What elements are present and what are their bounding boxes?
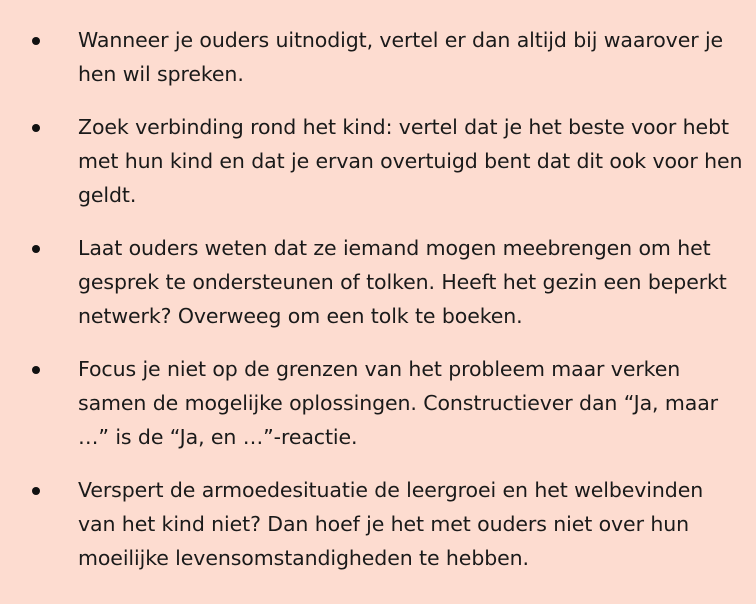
tips-list: Wanneer je ouders uitnodigt, vertel er d…	[0, 0, 756, 575]
list-item: Verspert de armoedesituatie de leergroei…	[0, 473, 756, 575]
bullet-icon	[32, 124, 40, 132]
list-item-text: Laat ouders weten dat ze iemand mogen me…	[78, 236, 727, 328]
list-item-text: Focus je niet op de grenzen van het prob…	[78, 357, 718, 449]
list-item: Wanneer je ouders uitnodigt, vertel er d…	[0, 23, 756, 91]
bullet-icon	[32, 366, 40, 374]
bullet-icon	[32, 37, 40, 45]
list-item: Focus je niet op de grenzen van het prob…	[0, 352, 756, 454]
page: { "tips": [ {"text": "Wanneer je ouders …	[0, 0, 756, 604]
bullet-icon	[32, 487, 40, 495]
list-item: Laat ouders weten dat ze iemand mogen me…	[0, 231, 756, 333]
list-item: Zoek verbinding rond het kind: vertel da…	[0, 110, 756, 212]
list-item-text: Verspert de armoedesituatie de leergroei…	[78, 478, 704, 570]
list-item-text: Zoek verbinding rond het kind: vertel da…	[78, 115, 743, 207]
list-item-text: Wanneer je ouders uitnodigt, vertel er d…	[78, 28, 724, 86]
bullet-icon	[32, 245, 40, 253]
